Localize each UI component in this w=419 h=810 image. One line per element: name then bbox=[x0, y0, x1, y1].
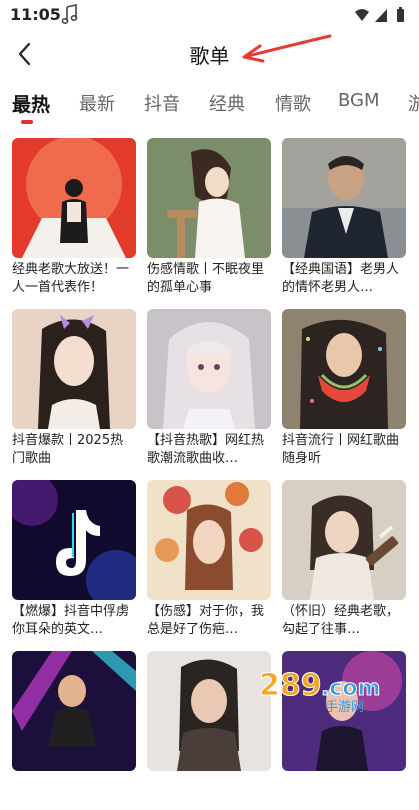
playlist-title: 【经典国语】老男人的情怀老男人… bbox=[282, 262, 400, 295]
playlist-cover bbox=[147, 138, 271, 258]
music-note-icon bbox=[61, 4, 78, 25]
playlist-title: 经典老歌大放送！一人一首代表作！ bbox=[12, 262, 130, 295]
status-bar: 11:05 bbox=[0, 0, 419, 30]
page-title: 歌单 bbox=[189, 44, 230, 68]
signal-icon bbox=[375, 9, 387, 22]
playlist-title: 【燃爆】抖音中俘虏你耳朵的英文… bbox=[12, 604, 130, 637]
tab-hot[interactable]: 最热 bbox=[12, 90, 50, 117]
playlist-card[interactable]: 【燃爆】抖音中俘虏你耳朵的英文… bbox=[12, 480, 136, 639]
category-tabs: 最热 最新 抖音 经典 情歌 BGM 游 bbox=[0, 82, 419, 126]
svg-text:.com: .com bbox=[321, 676, 380, 701]
playlist-title bbox=[12, 774, 136, 810]
playlist-cover bbox=[12, 309, 136, 429]
watermark-logo: 289 .com 手游网 bbox=[259, 668, 381, 716]
status-time: 11:05 bbox=[10, 5, 61, 24]
playlist-card[interactable]: 经典老歌大放送！一人一首代表作！ bbox=[12, 138, 136, 297]
playlist-title: 伤感情歌丨不眠夜里的孤单心事 bbox=[147, 262, 265, 295]
header: 歌单 bbox=[0, 30, 419, 78]
playlist-cover bbox=[147, 309, 271, 429]
playlist-title: 【伤感】对于你，我总是好了伤疤… bbox=[147, 604, 265, 637]
playlist-card[interactable]: 【经典国语】老男人的情怀老男人… bbox=[282, 138, 406, 297]
wifi-icon bbox=[355, 9, 369, 21]
tab-classic[interactable]: 经典 bbox=[209, 90, 245, 116]
playlist-cover bbox=[12, 651, 136, 771]
playlist-card[interactable]: 【抖音热歌】网红热歌潮流歌曲收… bbox=[147, 309, 271, 468]
status-icons bbox=[355, 7, 404, 22]
active-tab-indicator bbox=[21, 120, 33, 124]
playlist-cover bbox=[147, 651, 271, 771]
playlist-card[interactable]: 抖音爆款丨2025热门歌曲 bbox=[12, 309, 136, 468]
playlist-cover bbox=[282, 480, 406, 600]
playlist-title: 【抖音热歌】网红热歌潮流歌曲收… bbox=[147, 433, 265, 466]
playlist-card[interactable] bbox=[147, 651, 271, 810]
playlist-title bbox=[282, 774, 406, 810]
playlist-title: （怀旧）经典老歌，勾起了往事… bbox=[282, 604, 400, 637]
playlist-cover bbox=[12, 138, 136, 258]
battery-icon bbox=[397, 9, 404, 22]
annotation-arrow-icon bbox=[242, 34, 332, 63]
playlist-cover bbox=[12, 480, 136, 600]
tab-new[interactable]: 最新 bbox=[79, 90, 115, 116]
playlist-card[interactable]: 伤感情歌丨不眠夜里的孤单心事 bbox=[147, 138, 271, 297]
tab-bgm[interactable]: BGM bbox=[338, 90, 380, 111]
playlist-cover bbox=[282, 309, 406, 429]
svg-text:手游网: 手游网 bbox=[325, 700, 364, 715]
tab-douyin[interactable]: 抖音 bbox=[144, 90, 180, 116]
tab-love[interactable]: 情歌 bbox=[275, 90, 311, 116]
tab-game[interactable]: 游 bbox=[408, 90, 419, 116]
playlist-title bbox=[147, 774, 271, 810]
playlist-card[interactable]: 【伤感】对于你，我总是好了伤疤… bbox=[147, 480, 271, 639]
playlist-card[interactable] bbox=[12, 651, 136, 810]
playlist-card[interactable]: （怀旧）经典老歌，勾起了往事… bbox=[282, 480, 406, 639]
svg-text:289: 289 bbox=[259, 668, 322, 703]
playlist-cover bbox=[282, 138, 406, 258]
playlist-cover bbox=[147, 480, 271, 600]
playlist-title: 抖音流行丨网红歌曲随身听 bbox=[282, 433, 400, 466]
playlist-title: 抖音爆款丨2025热门歌曲 bbox=[12, 433, 124, 466]
playlist-card[interactable]: 抖音流行丨网红歌曲随身听 bbox=[282, 309, 406, 468]
